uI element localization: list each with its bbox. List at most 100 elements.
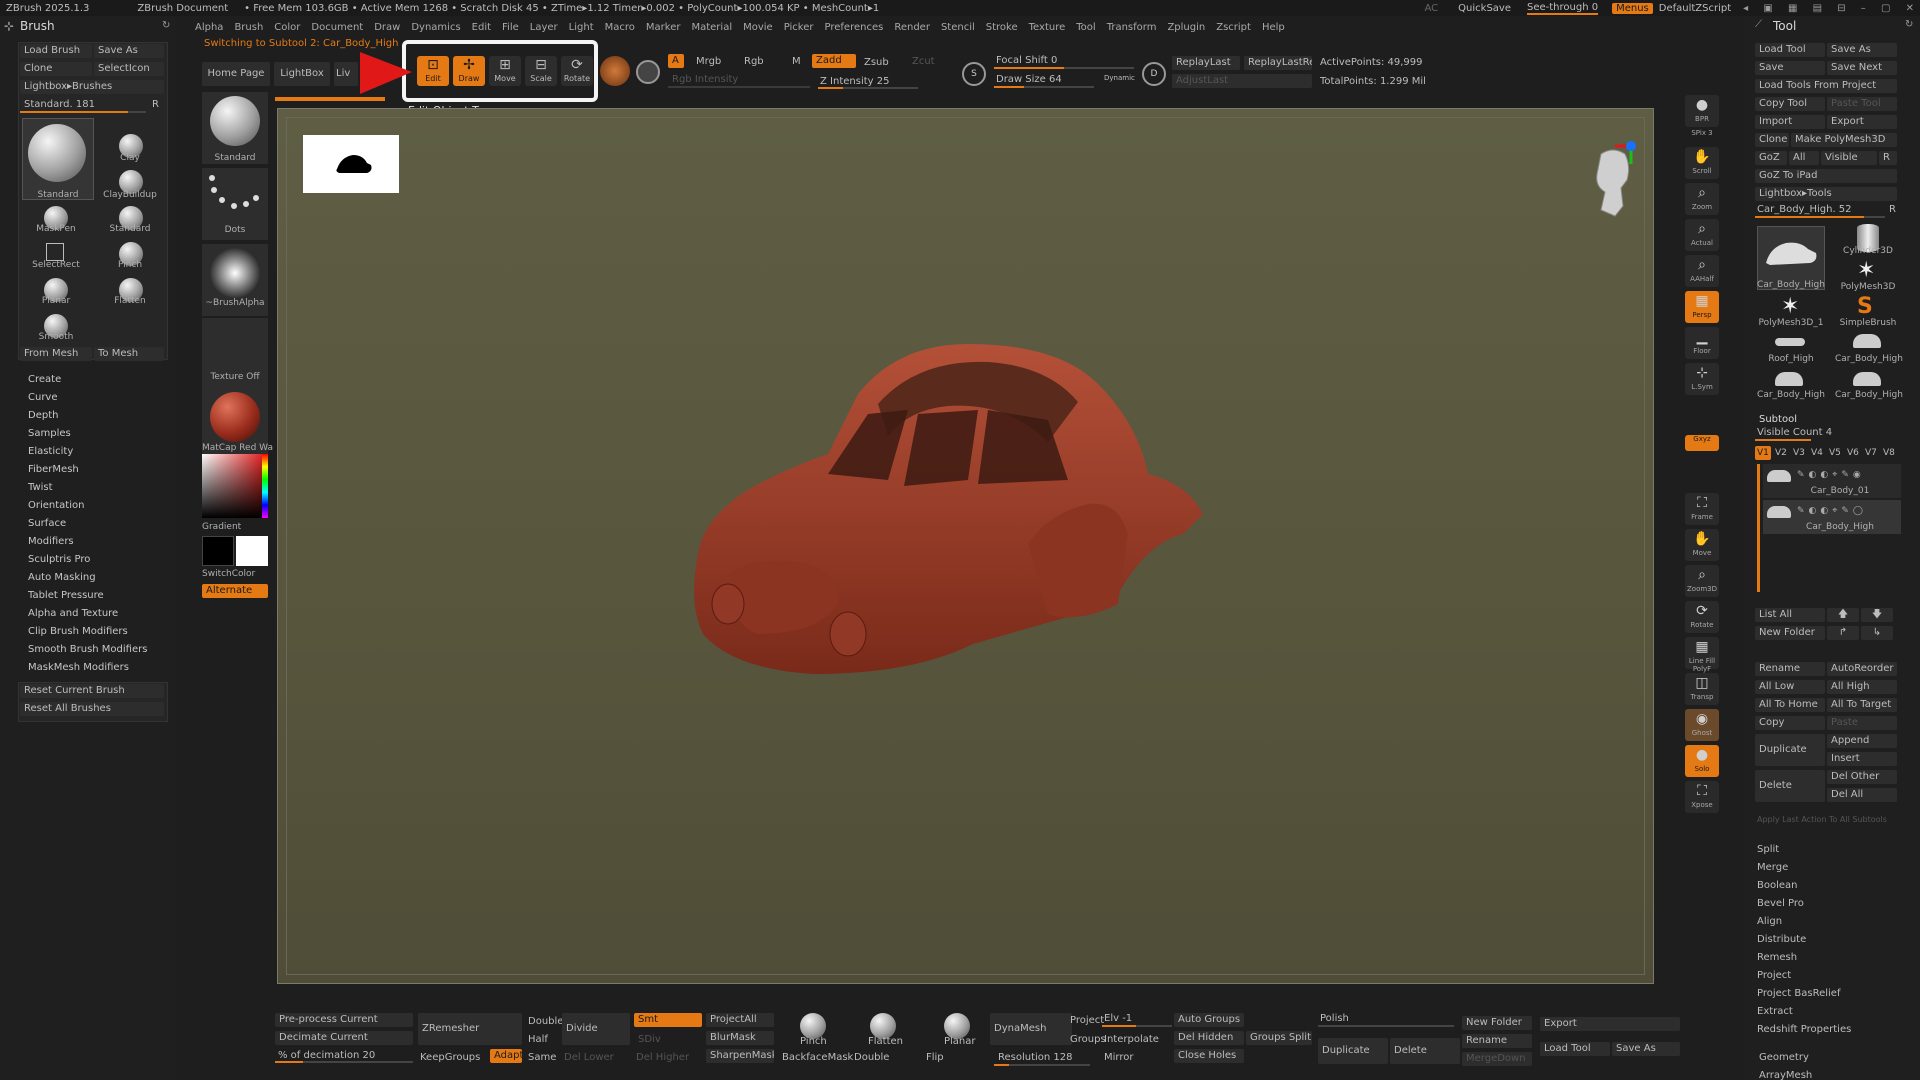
persp-button[interactable]: ▦ Persp	[1685, 291, 1719, 323]
bottom-save-as-button[interactable]: Save As	[1612, 1042, 1680, 1056]
color-picker[interactable]	[202, 454, 268, 518]
menu-material[interactable]: Material	[691, 22, 732, 33]
sculpt-mode-icon[interactable]: S	[962, 62, 986, 86]
subtool-menu-split[interactable]: Split	[1757, 844, 1779, 855]
mrgb-toggle[interactable]: Mrgb	[696, 56, 721, 67]
bottom-export-button[interactable]: Export	[1540, 1017, 1680, 1031]
subtool-menu-redshift[interactable]: Redshift Properties	[1757, 1024, 1851, 1035]
brush-menu-samples[interactable]: Samples	[28, 428, 71, 439]
zcut-toggle[interactable]: Zcut	[912, 56, 935, 67]
z-intensity-track[interactable]	[818, 87, 918, 89]
replay-last-rel-button[interactable]: ReplayLastRel	[1244, 56, 1312, 70]
focal-shift-track[interactable]	[994, 67, 1134, 69]
same-toggle[interactable]: Same	[528, 1052, 556, 1063]
folder-down-icon[interactable]: ↳	[1861, 626, 1893, 640]
list-all-button[interactable]: List All	[1755, 608, 1825, 622]
move-up-icon[interactable]: 🡅	[1827, 608, 1859, 622]
brush-menu-fibermesh[interactable]: FiberMesh	[28, 464, 79, 475]
replay-last-button[interactable]: ReplayLast	[1172, 56, 1240, 70]
rgb-intensity-slider[interactable]: Rgb Intensity	[672, 74, 738, 85]
brush-menu-curve[interactable]: Curve	[28, 392, 58, 403]
menu-color[interactable]: Color	[274, 22, 300, 33]
half-toggle[interactable]: Half	[528, 1034, 548, 1045]
goz-visible-button[interactable]: Visible	[1821, 151, 1877, 165]
geometry-section[interactable]: Geometry	[1759, 1052, 1809, 1063]
subtool-version-v7[interactable]: V7	[1865, 448, 1877, 458]
divide-button[interactable]: Divide	[562, 1013, 630, 1045]
sdiv-slider[interactable]: SDiv	[638, 1034, 661, 1045]
focal-shift-slider[interactable]: Focal Shift 0	[996, 55, 1057, 66]
del-higher-button[interactable]: Del Higher	[636, 1052, 689, 1063]
bpr-button[interactable]: ● BPR	[1685, 95, 1719, 127]
goz-all-button[interactable]: All	[1789, 151, 1819, 165]
auto-reorder-button[interactable]: AutoReorder	[1827, 662, 1897, 676]
lightbox-button[interactable]: LightBox	[274, 62, 330, 86]
selectrect-brush-icon[interactable]	[46, 243, 64, 261]
brush-menu-depth[interactable]: Depth	[28, 410, 58, 421]
append-button[interactable]: Append	[1827, 734, 1897, 748]
copy-tool-button[interactable]: Copy Tool	[1755, 97, 1825, 111]
subtool-version-v8[interactable]: V8	[1883, 448, 1895, 458]
save-next-button[interactable]: Save Next	[1827, 61, 1897, 75]
mrgb-sphere-icon[interactable]	[600, 56, 630, 86]
goz-button[interactable]: GoZ	[1755, 151, 1787, 165]
orientation-gizmo[interactable]	[1573, 134, 1653, 234]
default-zscript-button[interactable]: DefaultZScript	[1659, 3, 1731, 14]
select-icon-button[interactable]: SelectIcon	[94, 62, 164, 76]
frame-button[interactable]: ⛶ Frame	[1685, 493, 1719, 525]
brush-menu-tablet-pressure[interactable]: Tablet Pressure	[28, 590, 104, 601]
project-toggle[interactable]: Project	[1070, 1015, 1104, 1026]
tool-palette-refresh-icon[interactable]: ↻	[1905, 19, 1913, 30]
main-color-swatch[interactable]	[236, 536, 268, 566]
reset-current-brush-button[interactable]: Reset Current Brush	[20, 684, 164, 698]
move-down-icon[interactable]: 🡇	[1861, 608, 1893, 622]
arraymesh-section[interactable]: ArrayMesh	[1759, 1070, 1812, 1080]
polymesh3d-star-icon[interactable]: ✶	[1857, 260, 1875, 282]
subtool-menu-project[interactable]: Project	[1757, 970, 1791, 981]
flip-button[interactable]: Flip	[926, 1052, 944, 1063]
subtool-section-title[interactable]: Subtool	[1759, 414, 1797, 425]
polymesh3d-1-star-icon[interactable]: ✶	[1781, 296, 1799, 318]
visible-count-track[interactable]	[1755, 439, 1811, 441]
menu-texture[interactable]: Texture	[1029, 22, 1066, 33]
load-tools-from-project-button[interactable]: Load Tools From Project	[1755, 79, 1897, 93]
menu-file[interactable]: File	[502, 22, 519, 33]
blur-mask-button[interactable]: BlurMask	[706, 1031, 774, 1045]
to-mesh-button[interactable]: To Mesh	[94, 347, 164, 361]
lightbox-brushes-button[interactable]: Lightbox▸Brushes	[20, 80, 164, 94]
bottom-load-tool-button[interactable]: Load Tool	[1540, 1042, 1610, 1056]
subtool-scrollbar[interactable]	[1757, 464, 1760, 592]
subtool-menu-extract[interactable]: Extract	[1757, 1006, 1793, 1017]
dynamic-size-icon[interactable]: D	[1142, 62, 1166, 86]
menu-zplugin[interactable]: Zplugin	[1167, 22, 1205, 33]
subtool-rename-button[interactable]: Rename	[1755, 662, 1825, 676]
menu-dynamics[interactable]: Dynamics	[411, 22, 460, 33]
adapt-toggle[interactable]: Adapt	[490, 1049, 522, 1063]
subtool-menu-distribute[interactable]: Distribute	[1757, 934, 1806, 945]
double-sided-toggle[interactable]: Double	[854, 1052, 889, 1063]
live-boolean-button[interactable]: Liv	[334, 62, 358, 86]
draw-size-track[interactable]	[994, 86, 1094, 88]
goz-to-ipad-button[interactable]: GoZ To iPad	[1755, 169, 1897, 183]
insert-button[interactable]: Insert	[1827, 752, 1897, 766]
brush-menu-surface[interactable]: Surface	[28, 518, 66, 529]
subtool-version-v2[interactable]: V2	[1775, 448, 1787, 458]
menu-tool[interactable]: Tool	[1076, 22, 1095, 33]
reset-all-brushes-button[interactable]: Reset All Brushes	[20, 702, 164, 716]
transp-button[interactable]: ◫ Transp	[1685, 673, 1719, 705]
dynamesh-button[interactable]: DynaMesh	[990, 1013, 1072, 1045]
merge-down-button[interactable]: MergeDown	[1462, 1052, 1532, 1066]
subtool-menu-bevel-pro[interactable]: Bevel Pro	[1757, 898, 1804, 909]
scroll-button[interactable]: ✋ Scroll	[1685, 147, 1719, 179]
rgb-intensity-track[interactable]	[668, 86, 810, 88]
subtool-version-v5[interactable]: V5	[1829, 448, 1841, 458]
zsub-toggle[interactable]: Zsub	[864, 57, 889, 68]
spix-slider[interactable]: SPix 3	[1685, 129, 1719, 145]
rgb-toggle[interactable]: Rgb	[744, 56, 764, 67]
brush-menu-orientation[interactable]: Orientation	[28, 500, 84, 511]
alternate-button[interactable]: Alternate	[202, 584, 268, 598]
home-page-button[interactable]: Home Page	[202, 62, 270, 86]
tool-clone-button[interactable]: Clone	[1755, 133, 1789, 147]
new-folder-button[interactable]: New Folder	[1755, 626, 1825, 640]
draw-size-slider[interactable]: Draw Size 64	[996, 74, 1062, 85]
